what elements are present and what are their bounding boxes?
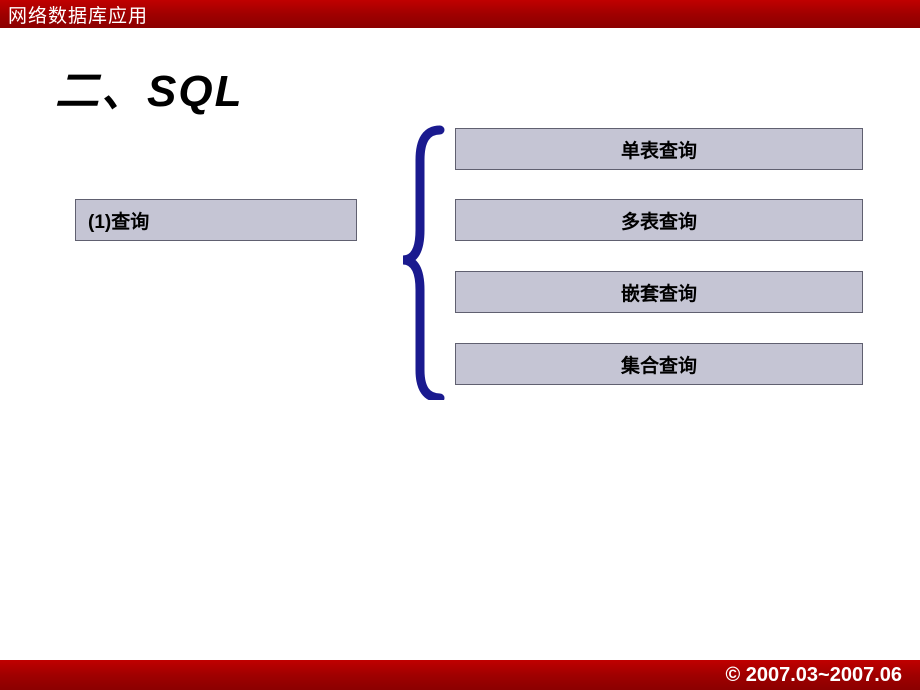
- topic-box: (1)查询: [75, 199, 357, 241]
- header-bar: 网络数据库应用: [0, 0, 920, 28]
- brace-icon: [395, 120, 455, 405]
- slide-heading: 二、SQL: [55, 55, 243, 119]
- header-title: 网络数据库应用: [8, 1, 148, 28]
- topic-label: (1)查询: [88, 207, 149, 234]
- query-item-set: 集合查询: [455, 343, 863, 385]
- item-label: 嵌套查询: [621, 279, 697, 306]
- footer-copyright: © 2007.03~2007.06: [725, 664, 902, 687]
- item-label: 集合查询: [621, 351, 697, 378]
- query-item-single-table: 单表查询: [455, 128, 863, 170]
- query-item-multi-table: 多表查询: [455, 199, 863, 241]
- item-label: 单表查询: [621, 136, 697, 163]
- item-label: 多表查询: [621, 207, 697, 234]
- query-item-nested: 嵌套查询: [455, 271, 863, 313]
- footer-bar: © 2007.03~2007.06: [0, 660, 920, 690]
